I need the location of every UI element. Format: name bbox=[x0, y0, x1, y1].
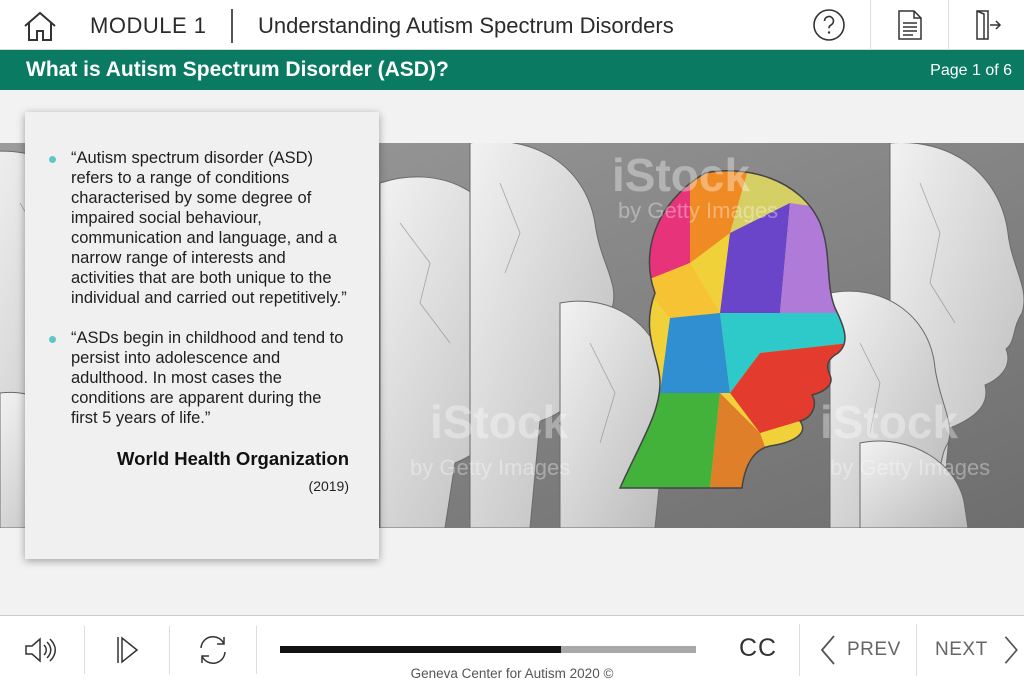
footer-copyright: Geneva Center for Autism 2020 © bbox=[410, 666, 614, 681]
home-button[interactable] bbox=[18, 6, 62, 46]
module-label: MODULE 1 bbox=[90, 13, 207, 38]
page-counter: Page 1 of 6 bbox=[930, 62, 1012, 79]
help-circle-icon bbox=[813, 9, 845, 41]
resources-button[interactable] bbox=[870, 0, 948, 50]
slide-heading-bar: What is Autism Spectrum Disorder (ASD)? … bbox=[0, 50, 1024, 90]
exit-button[interactable] bbox=[948, 0, 1024, 50]
play-icon bbox=[116, 636, 138, 664]
replay-icon bbox=[200, 636, 226, 664]
course-title: Understanding Autism Spectrum Disorders bbox=[258, 13, 674, 38]
volume-icon bbox=[25, 637, 56, 663]
watermark-getty-2: by Getty Images bbox=[410, 455, 570, 480]
chevron-right-icon bbox=[1004, 636, 1018, 664]
prev-label: PREV bbox=[847, 639, 901, 660]
watermark-getty-3: by Getty Images bbox=[830, 455, 990, 480]
next-label: NEXT bbox=[935, 639, 988, 660]
quote-year: (2019) bbox=[308, 478, 349, 494]
quote-bullet-2: “ASDs begin in childhood and tend to per… bbox=[49, 328, 349, 428]
progress-bar[interactable] bbox=[280, 646, 696, 653]
slide-heading: What is Autism Spectrum Disorder (ASD)? bbox=[26, 58, 449, 81]
top-bar: MODULE 1 Understanding Autism Spectrum D… bbox=[0, 0, 1024, 50]
quote-attribution: World Health Organization bbox=[117, 448, 349, 469]
watermark-istock-3: iStock bbox=[820, 396, 958, 448]
player-controls: CC PREV NEXT Geneva Center for Autism 20… bbox=[0, 615, 1024, 690]
quote-card: “Autism spectrum disorder (ASD) refers t… bbox=[25, 112, 379, 559]
progress-bar-fill bbox=[280, 646, 561, 653]
help-button[interactable] bbox=[790, 0, 868, 50]
quote-bullet-1: “Autism spectrum disorder (ASD) refers t… bbox=[49, 148, 349, 308]
home-icon bbox=[24, 11, 56, 41]
header-divider bbox=[231, 9, 233, 43]
chevron-left-icon bbox=[820, 635, 835, 665]
exit-door-icon bbox=[975, 10, 1001, 40]
document-icon bbox=[897, 10, 922, 40]
closed-captions-button[interactable]: CC bbox=[722, 634, 794, 666]
watermark-getty: by Getty Images bbox=[618, 198, 778, 223]
watermark-istock: iStock bbox=[612, 149, 750, 201]
watermark-istock-2: iStock bbox=[430, 396, 568, 448]
